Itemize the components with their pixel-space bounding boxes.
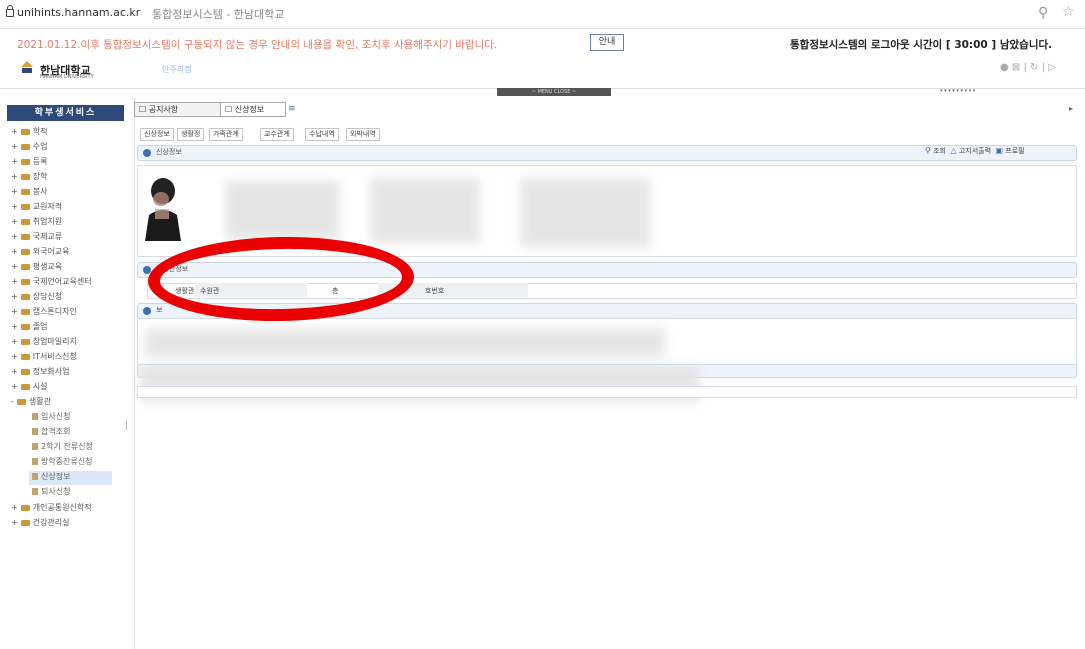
folder-icon bbox=[20, 218, 30, 225]
document-icon bbox=[32, 413, 38, 420]
room-label: 호번호 bbox=[425, 287, 445, 295]
panel-bullet-icon bbox=[143, 307, 151, 315]
print-button[interactable]: △ 고지서출력 bbox=[950, 146, 991, 155]
folder-icon bbox=[20, 173, 30, 180]
data-row bbox=[137, 386, 1077, 398]
logo-subtitle: HANNAM UNIVERSITY bbox=[40, 74, 94, 80]
sidebar-item[interactable]: + 장학 bbox=[11, 171, 47, 185]
redacted-area bbox=[225, 180, 340, 240]
subtab[interactable]: 생활정 bbox=[177, 128, 205, 141]
sidebar-item[interactable]: + 시설 bbox=[11, 381, 47, 395]
folder-icon bbox=[20, 353, 30, 360]
folder-icon bbox=[20, 519, 30, 526]
redacted-area bbox=[520, 178, 650, 248]
folder-icon bbox=[20, 504, 30, 511]
sidebar-item[interactable]: + 학적 bbox=[11, 126, 47, 140]
sidebar-subitem-selected[interactable]: 신상정보 bbox=[29, 471, 112, 485]
zoom-icon[interactable]: ⚲ bbox=[1038, 5, 1048, 21]
redacted-area bbox=[145, 328, 665, 358]
folder-icon bbox=[20, 158, 30, 165]
folder-icon bbox=[20, 248, 30, 255]
subtab[interactable]: 교수관계 bbox=[260, 128, 294, 141]
star-icon[interactable]: ☆ bbox=[1062, 4, 1075, 20]
page-title: 통합정보시스템 - 한남대학교 bbox=[152, 8, 285, 21]
panel-bullet-icon bbox=[143, 149, 151, 157]
sidebar-item[interactable]: + 외국어교육 bbox=[11, 246, 70, 260]
header-right-links[interactable]: ▾ ▾ ▾ ▾ ▾ ▾ ▾ ▾ ▾ bbox=[940, 88, 975, 94]
profile-icon: ▣ bbox=[995, 146, 1004, 155]
folder-icon bbox=[20, 383, 30, 390]
sidebar-item[interactable]: + 국제언어교육센터 bbox=[11, 276, 92, 290]
subtab[interactable]: 외박내역 bbox=[346, 128, 380, 141]
notice-text: 2021.01.12.이후 통합정보시스템이 구동되지 않는 경우 안내의 내용… bbox=[17, 39, 498, 51]
sidebar-item[interactable]: + 개인공통원신학적 bbox=[11, 502, 92, 516]
document-icon bbox=[32, 488, 38, 495]
utility-icons[interactable]: ● ⊠ | ↻ | ▷ bbox=[1000, 62, 1056, 73]
folder-icon bbox=[20, 368, 30, 375]
tab-personal-info[interactable]: ☐ 신상정보 bbox=[220, 102, 286, 117]
content-border bbox=[134, 98, 135, 649]
folder-icon bbox=[20, 128, 30, 135]
sidebar-subitem[interactable]: 입사신청 bbox=[32, 411, 70, 425]
folder-icon bbox=[20, 233, 30, 240]
folder-icon bbox=[20, 293, 30, 300]
sidebar-subitem[interactable]: 2학기 잔류신청 bbox=[32, 441, 93, 455]
sidebar-subitem[interactable]: 합격조회 bbox=[32, 426, 70, 440]
panel-actions: ⚲ 조회 △ 고지서출력 ▣ 프로필 bbox=[925, 146, 1025, 156]
scroll-right-icon[interactable]: ▸ bbox=[1069, 104, 1073, 113]
sidebar-item[interactable]: + 정보화사업 bbox=[11, 366, 70, 380]
sidebar-item[interactable]: + 창업마일리지 bbox=[11, 336, 77, 350]
folder-icon bbox=[20, 263, 30, 270]
profile-button[interactable]: ▣ 프로필 bbox=[995, 146, 1024, 155]
sidebar-item[interactable]: + 교원자격 bbox=[11, 201, 62, 215]
folder-icon bbox=[20, 323, 30, 330]
document-icon bbox=[32, 428, 38, 435]
subtab[interactable]: 수납내역 bbox=[305, 128, 339, 141]
subtab-personal-info[interactable]: 신상정보 bbox=[140, 128, 174, 141]
folder-icon bbox=[20, 188, 30, 195]
sidebar-subitem[interactable]: 퇴사신청 bbox=[32, 486, 70, 500]
sidebar-subitem[interactable]: 방학중잔류신청 bbox=[32, 456, 93, 470]
folder-icon bbox=[20, 143, 30, 150]
tab-list-icon[interactable]: ≡ bbox=[288, 104, 296, 114]
logout-timer-text: 통합정보시스템의 로그아웃 시간이 [ 30:00 ] 남았습니다. bbox=[790, 39, 1053, 51]
sidebar-item[interactable]: + 평생교육 bbox=[11, 261, 62, 275]
sidebar-item[interactable]: + 졸업 bbox=[11, 321, 47, 335]
document-icon bbox=[32, 458, 38, 465]
redacted-area bbox=[370, 178, 480, 243]
document-icon bbox=[32, 473, 38, 480]
top-menu-link[interactable]: 안주리캠 bbox=[162, 64, 191, 75]
sidebar-title: 학부생서비스 bbox=[7, 105, 124, 121]
sidebar-item[interactable]: + 캡스톤디자인 bbox=[11, 306, 77, 320]
sidebar-item[interactable]: + 등록 bbox=[11, 156, 47, 170]
document-icon bbox=[32, 443, 38, 450]
sidebar-item[interactable]: + IT서비스신청 bbox=[11, 351, 77, 365]
folder-icon bbox=[16, 398, 26, 405]
sidebar-scrollbar[interactable] bbox=[126, 420, 127, 430]
sidebar-item[interactable]: + 취업지원 bbox=[11, 216, 62, 230]
sidebar-item[interactable]: + 국제교류 bbox=[11, 231, 62, 245]
sidebar-item[interactable]: + 수업 bbox=[11, 141, 47, 155]
sidebar-item[interactable]: + 봉사 bbox=[11, 186, 47, 200]
printer-icon: △ bbox=[950, 146, 957, 155]
folder-icon bbox=[20, 203, 30, 210]
url-host[interactable]: unihints.hannam.ac.kr bbox=[17, 6, 140, 19]
menu-toggle-tab[interactable]: ~ MENU CLOSE ~ bbox=[497, 88, 611, 96]
avatar bbox=[145, 178, 181, 241]
sidebar-item-dormitory[interactable]: - 생활관 bbox=[11, 396, 51, 410]
subtab[interactable]: 가족관계 bbox=[209, 128, 243, 141]
lock-icon bbox=[6, 5, 14, 17]
sidebar-item[interactable]: + 상담신청 bbox=[11, 291, 62, 305]
sidebar-item[interactable]: + 건강관리실 bbox=[11, 517, 70, 531]
notice-button[interactable]: 안내 bbox=[590, 34, 624, 51]
university-logo-icon bbox=[21, 61, 33, 73]
search-button[interactable]: ⚲ 조회 bbox=[925, 146, 946, 155]
folder-icon bbox=[20, 308, 30, 315]
search-icon: ⚲ bbox=[925, 146, 931, 155]
tab-notice[interactable]: ☐ 공지사항 bbox=[134, 102, 222, 117]
folder-icon bbox=[20, 278, 30, 285]
folder-icon bbox=[20, 338, 30, 345]
